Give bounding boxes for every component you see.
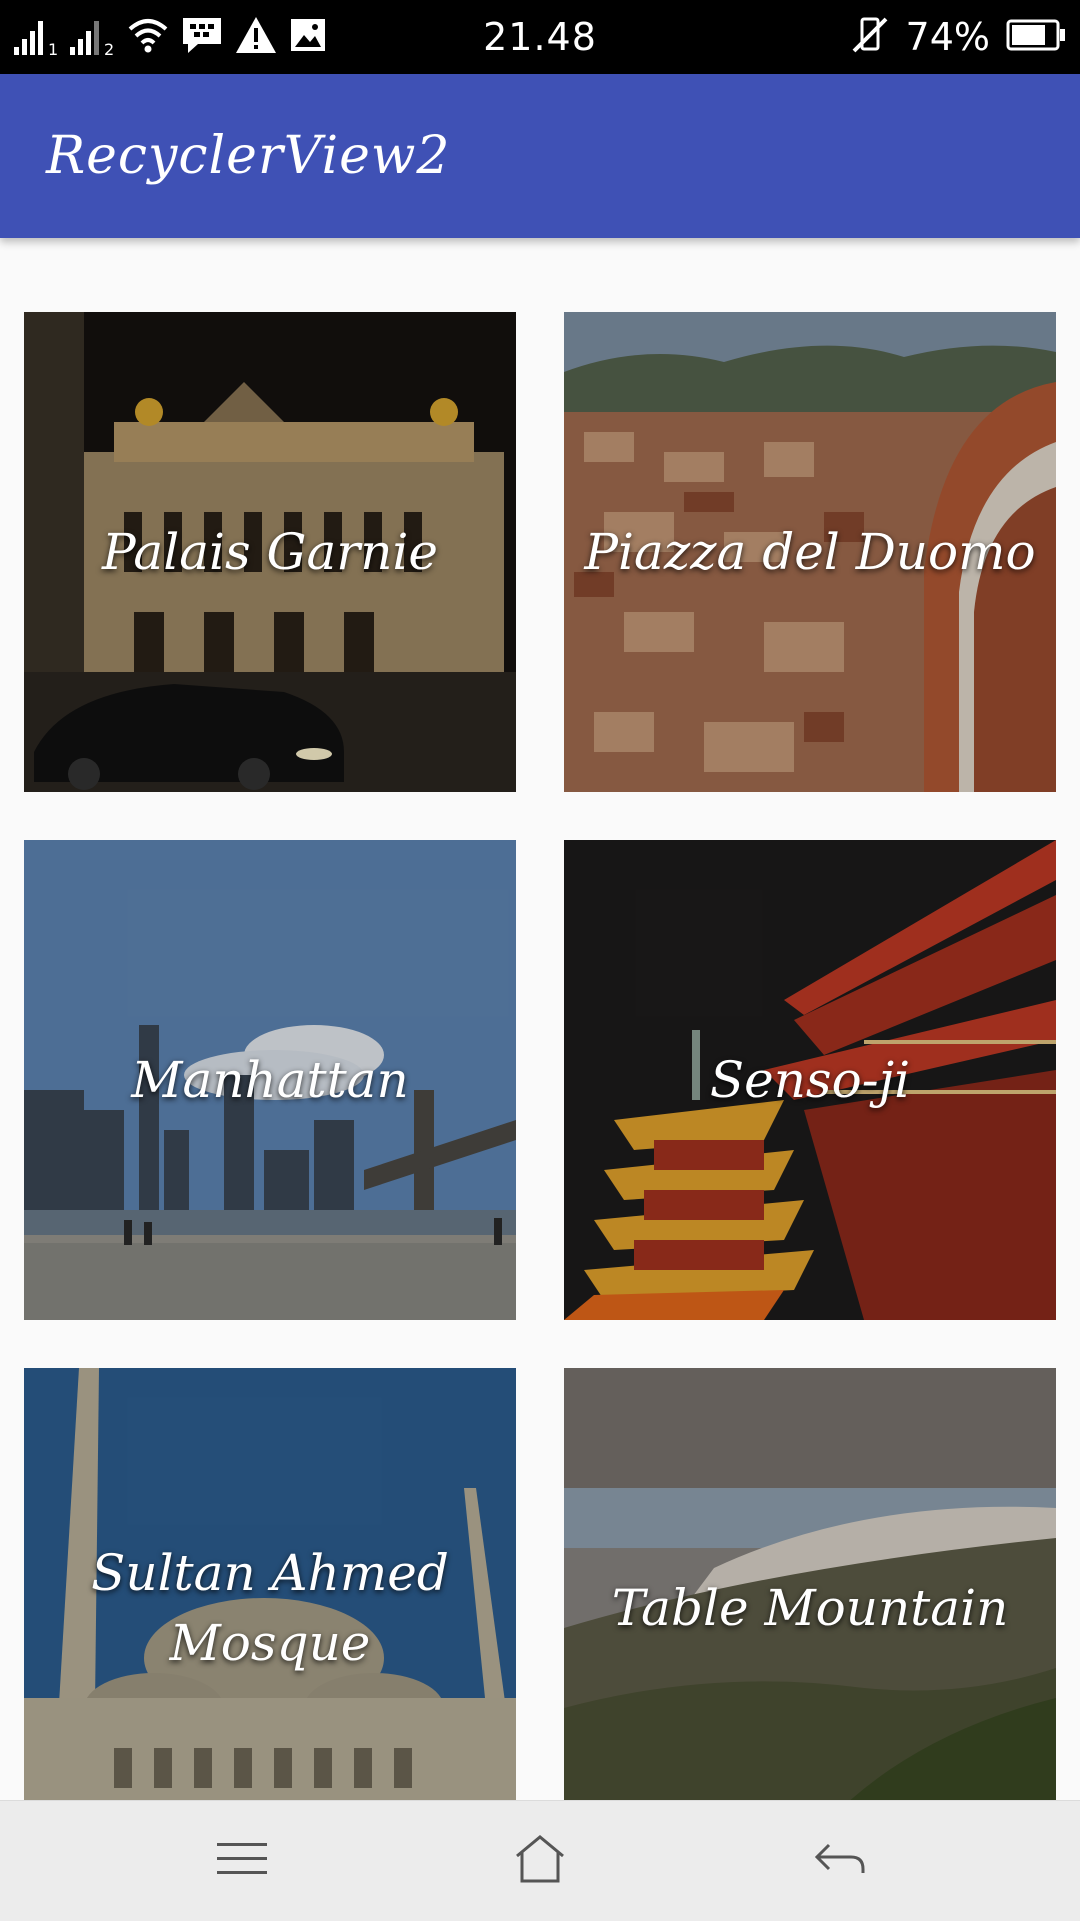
place-card[interactable]: Piazza del Duomo — [564, 312, 1056, 792]
place-card[interactable]: Sultan Ahmed Mosque — [24, 1368, 516, 1800]
battery-icon — [1006, 18, 1066, 56]
battery-percent: 74% — [905, 15, 990, 59]
system-nav-bar — [0, 1800, 1080, 1921]
place-card[interactable]: Manhattan — [24, 840, 516, 1320]
home-button[interactable] — [440, 1801, 640, 1921]
place-label: Sultan Ahmed Mosque — [91, 1544, 449, 1672]
app-title: RecyclerView2 — [46, 126, 451, 186]
place-label: Table Mountain — [611, 1579, 1009, 1637]
place-card[interactable]: Senso-ji — [564, 840, 1056, 1320]
status-icons-right: 74% — [850, 0, 1066, 74]
back-button[interactable] — [740, 1801, 940, 1921]
places-grid[interactable]: Palais Garnie Piazza del Duomo Manhattan… — [24, 312, 1056, 1800]
place-card[interactable]: Palais Garnie — [24, 312, 516, 792]
place-label: Palais Garnie — [102, 523, 438, 581]
place-label: Senso-ji — [709, 1051, 911, 1109]
status-bar: 1 2 21.48 74% — [0, 0, 1080, 74]
place-card[interactable]: Table Mountain — [564, 1368, 1056, 1800]
place-label: Manhattan — [131, 1051, 409, 1109]
vibrate-icon — [850, 15, 890, 59]
menu-icon — [215, 1839, 269, 1883]
back-icon — [813, 1839, 867, 1883]
place-label: Piazza del Duomo — [584, 523, 1036, 581]
menu-button[interactable] — [142, 1801, 342, 1921]
home-icon — [513, 1834, 567, 1888]
app-bar: RecyclerView2 — [0, 74, 1080, 238]
